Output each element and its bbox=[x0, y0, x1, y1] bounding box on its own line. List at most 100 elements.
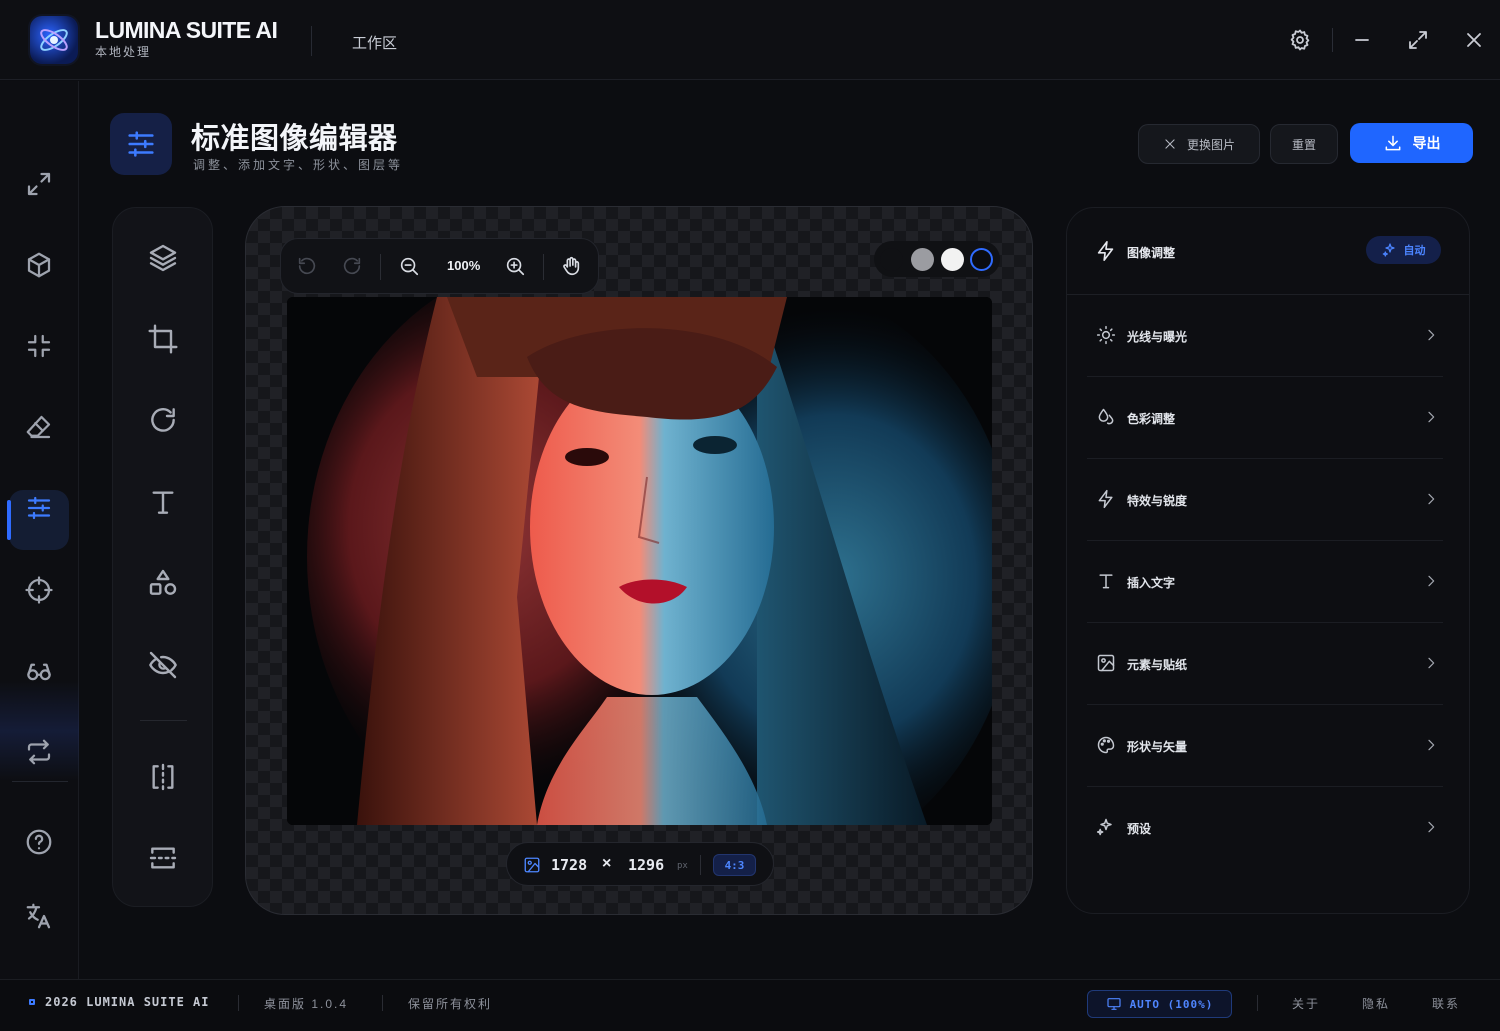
close-icon[interactable] bbox=[1462, 28, 1486, 52]
panel-row-label: 元素与贴纸 bbox=[1127, 658, 1188, 672]
zoom-out-icon[interactable] bbox=[398, 255, 420, 277]
palette-icon bbox=[1097, 736, 1115, 754]
undo-icon[interactable] bbox=[296, 255, 318, 277]
panel-row-stickers[interactable]: 元素与贴纸 bbox=[1087, 623, 1443, 705]
layers-icon[interactable] bbox=[145, 240, 181, 276]
panel-row-label: 光线与曝光 bbox=[1127, 330, 1188, 344]
export-button[interactable]: 导出 bbox=[1350, 123, 1473, 163]
panel-row-presets[interactable]: 预设 bbox=[1087, 787, 1443, 869]
processing-status-label: AUTO (100%) bbox=[1129, 997, 1214, 1011]
replace-image-label: 更换图片 bbox=[1186, 137, 1235, 152]
monitor-icon bbox=[1106, 998, 1121, 1010]
atom-logo-icon bbox=[40, 29, 68, 51]
copyright-text: 2026 LUMINA SUITE AI bbox=[45, 995, 210, 1009]
color-drops-icon bbox=[1098, 408, 1114, 425]
crop-icon[interactable] bbox=[145, 321, 181, 357]
help-icon[interactable] bbox=[20, 823, 58, 861]
aspect-ratio-badge[interactable]: 4:3 bbox=[713, 854, 756, 876]
processing-status[interactable]: AUTO (100%) bbox=[1087, 990, 1232, 1018]
gear-icon[interactable] bbox=[1288, 28, 1312, 52]
swatch-gray[interactable] bbox=[911, 248, 934, 271]
about-link[interactable]: 关于 bbox=[1292, 995, 1320, 1012]
split-vertical-icon[interactable] bbox=[145, 759, 181, 795]
tool-palette bbox=[112, 207, 213, 907]
tool-divider bbox=[140, 720, 187, 721]
sidebar-active-indicator bbox=[7, 500, 11, 540]
status-dot-icon bbox=[29, 999, 35, 1005]
split-horizontal-icon[interactable] bbox=[145, 840, 181, 876]
panel-row-effects[interactable]: 特效与锐度 bbox=[1087, 459, 1443, 541]
minimize-icon[interactable] bbox=[1350, 28, 1374, 52]
panel-row-text[interactable]: 插入文字 bbox=[1087, 541, 1443, 623]
crosshair-icon[interactable] bbox=[20, 571, 58, 609]
sidebar-divider bbox=[12, 781, 68, 782]
editor-badge-icon bbox=[110, 113, 172, 175]
close-icon bbox=[1165, 139, 1175, 149]
chevron-right-icon bbox=[1428, 329, 1435, 341]
divider bbox=[380, 254, 381, 280]
divider bbox=[382, 995, 383, 1011]
swatch-transparent[interactable] bbox=[970, 248, 993, 271]
background-swatches bbox=[874, 241, 1000, 277]
zoom-level: 100% bbox=[447, 258, 481, 273]
translate-icon[interactable] bbox=[20, 897, 58, 935]
dimension-separator: × bbox=[602, 855, 612, 872]
sliders-icon[interactable] bbox=[20, 489, 58, 527]
swatch-black[interactable] bbox=[880, 248, 903, 271]
chevron-right-icon bbox=[1428, 739, 1435, 751]
title-bar: LUMINA SUITE AI 本地处理 工作区 bbox=[0, 0, 1500, 80]
eraser-icon[interactable] bbox=[20, 408, 58, 446]
panel-title: 图像调整 bbox=[1127, 246, 1176, 260]
compress-icon[interactable] bbox=[20, 327, 58, 365]
redo-icon[interactable] bbox=[341, 255, 363, 277]
replace-image-button[interactable]: 更换图片 bbox=[1138, 124, 1260, 164]
convert-icon[interactable] bbox=[20, 733, 58, 771]
rotate-icon[interactable] bbox=[145, 402, 181, 438]
contact-link[interactable]: 联系 bbox=[1432, 995, 1460, 1012]
panel-row-light[interactable]: 光线与曝光 bbox=[1087, 295, 1443, 377]
auto-adjust-button[interactable]: 自动 bbox=[1366, 236, 1441, 264]
workspace-tab[interactable]: 工作区 bbox=[352, 32, 397, 53]
hide-icon[interactable] bbox=[145, 647, 181, 683]
divider bbox=[311, 26, 312, 56]
divider bbox=[700, 855, 701, 875]
expand-icon[interactable] bbox=[1406, 28, 1430, 52]
dimension-unit: px bbox=[677, 861, 688, 871]
glasses-icon[interactable] bbox=[20, 652, 58, 690]
page-title: 标准图像编辑器 bbox=[191, 123, 398, 155]
cube-icon[interactable] bbox=[20, 246, 58, 284]
page-subtitle: 调整、添加文字、形状、图层等 bbox=[193, 158, 404, 172]
image-height: 1296 bbox=[628, 856, 665, 874]
sparkles-icon bbox=[1382, 243, 1395, 257]
panel-row-color[interactable]: 色彩调整 bbox=[1087, 377, 1443, 459]
panel-row-label: 插入文字 bbox=[1127, 576, 1176, 590]
text-icon bbox=[1099, 574, 1113, 589]
chevron-right-icon bbox=[1428, 575, 1435, 587]
bolt-icon bbox=[1098, 489, 1113, 509]
shapes-icon[interactable] bbox=[145, 565, 181, 601]
chevron-right-icon bbox=[1428, 493, 1435, 505]
panel-row-shapes[interactable]: 形状与矢量 bbox=[1087, 705, 1443, 787]
panel-row-label: 色彩调整 bbox=[1127, 412, 1176, 426]
panel-row-label: 预设 bbox=[1127, 822, 1152, 836]
image-icon bbox=[1097, 654, 1115, 672]
divider bbox=[238, 995, 239, 1011]
privacy-link[interactable]: 隐私 bbox=[1362, 995, 1390, 1012]
auto-adjust-label: 自动 bbox=[1403, 245, 1426, 257]
zoom-in-icon[interactable] bbox=[504, 255, 526, 277]
zoom-toolbar: 100% bbox=[280, 238, 599, 294]
chevron-right-icon bbox=[1428, 657, 1435, 669]
rights-text: 保留所有权利 bbox=[408, 997, 493, 1011]
version-text: 桌面版 1.0.4 bbox=[264, 997, 349, 1011]
panel-row-label: 特效与锐度 bbox=[1127, 494, 1188, 508]
swatch-white[interactable] bbox=[941, 248, 964, 271]
export-label: 导出 bbox=[1412, 135, 1441, 151]
text-icon[interactable] bbox=[145, 484, 181, 520]
portrait-photo[interactable] bbox=[287, 297, 992, 825]
upscale-icon[interactable] bbox=[20, 165, 58, 203]
hand-pan-icon[interactable] bbox=[560, 255, 582, 277]
panel-row-label: 形状与矢量 bbox=[1127, 740, 1188, 754]
reset-button[interactable]: 重置 bbox=[1270, 124, 1338, 164]
sidebar bbox=[0, 81, 79, 979]
image-info-bar: 1728 × 1296 px 4:3 bbox=[506, 842, 774, 886]
